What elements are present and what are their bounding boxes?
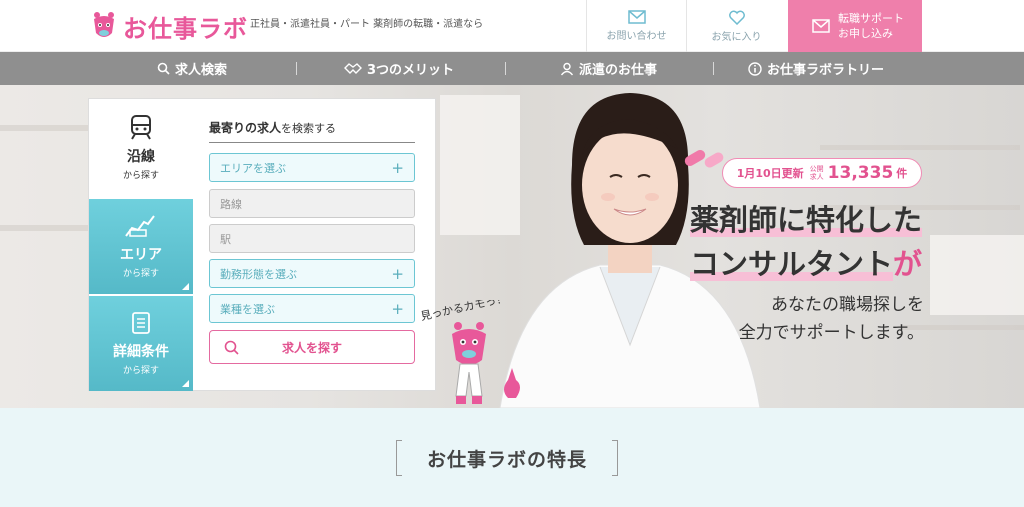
plus-icon: + [391,264,404,283]
job-count: 13,335 [827,163,894,183]
industry-select-label: 業種を選ぶ [220,302,275,316]
hero-subcopy: あなたの職場探しを 全力でサポートします。 [739,291,924,347]
public-jobs-label: 公開 求人 [809,165,824,181]
header-tagline: 正社員・派遣社員・パート 薬剤師の転職・派遣なら [250,19,484,30]
nav-label: 3つのメリット [367,63,455,78]
line-input[interactable]: 路線 [209,189,415,218]
headline-suffix: が [892,247,922,281]
favorites-button[interactable]: お気に入り [686,0,786,52]
features-title: お仕事ラボの特長 [396,440,618,476]
nav-item-laboratory[interactable]: お仕事ラボラトリー [748,52,884,85]
search-tabs: 沿線 から探す エリア から探す 詳細条件 から探す [89,99,193,392]
site-header: お仕事ラボ 正社員・派遣社員・パート 薬剤師の転職・派遣なら お問い合わせ お気… [0,0,1024,52]
search-form-title: 最寄りの求人を検索する [209,119,415,143]
industry-select[interactable]: 業種を選ぶ + [209,294,415,323]
headline-line2: コンサルタント [689,247,893,281]
nav-item-job-search[interactable]: 求人検索 [157,52,227,85]
nav-item-dispatch-jobs[interactable]: 派遣のお仕事 [560,52,657,85]
update-date: 1月10日更新 [736,167,804,180]
corner-marker [182,283,189,290]
nav-divider [296,62,297,75]
search-title-bold: 最寄りの求人 [209,121,282,135]
person-icon [560,62,574,75]
bracket-left [396,440,402,476]
station-placeholder: 駅 [220,232,231,246]
employment-select-label: 勤務形態を選ぶ [220,267,297,281]
site-logo[interactable]: お仕事ラボ [88,6,248,46]
job-count-badge: 1月10日更新 公開 求人 13,335 件 [722,158,922,188]
mail-icon [812,19,830,33]
tab-sub-label: から探す [122,366,159,376]
checklist-icon [132,312,150,334]
cta-line2: お申し込み [838,27,893,40]
nav-item-merits[interactable]: 3つのメリット [344,52,454,85]
job-count-unit: 件 [896,167,908,180]
search-icon [157,62,170,75]
line-placeholder: 路線 [220,197,242,211]
heart-icon [728,10,745,25]
plus-icon: + [391,299,404,318]
station-input[interactable]: 駅 [209,224,415,253]
global-nav: 求人検索 3つのメリット 派遣のお仕事 お仕事ラボラトリー [0,52,1024,85]
search-form: 最寄りの求人を検索する エリアを選ぶ + 路線 駅 勤務形態を選ぶ + 業種を選… [209,119,415,364]
tab-sub-label: から探す [122,269,159,279]
job-search-panel: 沿線 から探す エリア から探す 詳細条件 から探す 最寄りの求人を検索する エ… [88,98,436,391]
employment-type-select[interactable]: 勤務形態を選ぶ + [209,259,415,288]
mail-icon [627,10,646,24]
bracket-right [612,440,618,476]
bg-shelf [0,225,90,231]
nav-divider [505,62,506,75]
headline-line1: 薬剤師に特化した [689,203,922,237]
tab-detailed-conditions[interactable]: 詳細条件 から探す [89,295,193,391]
favorites-label: お気に入り [711,31,762,43]
tab-label: エリア [120,247,162,263]
subcopy-line2: 全力でサポートします。 [738,323,924,343]
corner-marker [182,380,189,387]
giraffe-logo-icon [94,12,114,37]
info-icon [748,61,762,76]
area-select[interactable]: エリアを選ぶ + [209,153,415,182]
tab-label: 詳細条件 [113,344,169,360]
contact-label: お問い合わせ [606,31,667,42]
search-jobs-button[interactable]: 求人を探す [209,330,415,364]
search-title-rest: を検索する [281,122,337,135]
bg-shelf [0,125,90,131]
nav-label: 派遣のお仕事 [579,63,658,78]
subcopy-line1: あなたの職場探しを [771,295,924,315]
mascot-speech: 見っかるカモっ！ [420,300,508,323]
search-button-label: 求人を探す [281,340,342,355]
features-title-text: お仕事ラボの特長 [426,448,587,471]
handshake-icon [344,63,362,74]
nav-divider [713,62,714,75]
giraffe-mascot-icon: 見っかるカモっ！ [420,300,520,404]
contact-button[interactable]: お問い合わせ [586,0,686,52]
nav-label: 求人検索 [175,63,228,78]
bg-shelf [930,235,1024,315]
tab-line[interactable]: 沿線 から探す [89,99,193,195]
bg-shelf [820,145,1020,150]
train-icon [131,114,151,140]
hero-headline: 薬剤師に特化した コンサルタントが [689,198,922,286]
logo-text: お仕事ラボ [123,14,248,43]
cta-line1: 転職サポート [838,12,904,25]
tab-area[interactable]: エリア から探す [89,198,193,294]
nav-label: お仕事ラボラトリー [767,63,885,78]
career-support-apply-button[interactable]: 転職サポート お申し込み [788,0,922,52]
tab-label: 沿線 [127,148,155,165]
search-icon [224,340,239,355]
pill-icon [684,150,724,168]
tab-sub-label: から探す [122,170,159,181]
area-select-label: エリアを選ぶ [220,161,286,175]
plus-icon: + [391,158,404,177]
map-icon [125,215,155,237]
